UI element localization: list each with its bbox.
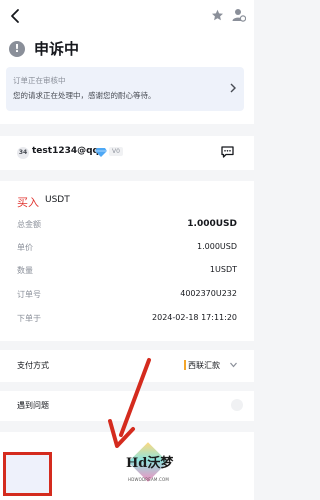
payment-label: 支付方式 bbox=[17, 361, 49, 370]
problem-label: 遇到问题 bbox=[17, 401, 49, 410]
problem-row[interactable]: 遇到问题 bbox=[0, 391, 254, 421]
watermark-url: HDWODREAM.COM bbox=[128, 477, 170, 482]
watermark-text: Hd沃梦 bbox=[126, 456, 174, 471]
problem-indicator bbox=[231, 399, 243, 411]
notice-message: 您的请求正在处理中，感谢您的耐心等待。 bbox=[13, 91, 156, 100]
warning-icon: ! bbox=[9, 41, 25, 57]
order-asset: USDT bbox=[45, 195, 70, 205]
annotation-highlight-box[interactable] bbox=[3, 452, 52, 496]
back-arrow-icon[interactable] bbox=[8, 7, 24, 25]
row-label: 单价 bbox=[17, 243, 33, 252]
row-label: 总金额 bbox=[17, 220, 41, 229]
row-value: 1.000USD bbox=[197, 242, 237, 251]
counterparty-card: 34 test1234@qq V0 bbox=[0, 136, 254, 170]
level-badge: V0 bbox=[109, 147, 123, 156]
review-notice[interactable]: 订单正在审核中 您的请求正在处理中，感谢您的耐心等待。 bbox=[6, 67, 244, 111]
page-title: 申诉中 bbox=[34, 40, 80, 58]
counterparty-name[interactable]: test1234@qq bbox=[32, 146, 99, 156]
user-settings-icon[interactable] bbox=[232, 8, 246, 22]
payment-method-row[interactable]: 支付方式 西联汇款 bbox=[0, 350, 254, 382]
row-quantity: 数量 1USDT bbox=[17, 265, 237, 279]
row-value[interactable]: 4002370U232 bbox=[180, 289, 237, 298]
avatar: 34 bbox=[17, 147, 29, 159]
row-value: 1USDT bbox=[209, 265, 237, 274]
row-price: 单价 1.000USD bbox=[17, 242, 237, 256]
top-bar bbox=[0, 0, 254, 34]
order-details-card: 买入 USDT 总金额 1.000USD 单价 1.000USD 数量 1USD… bbox=[0, 181, 254, 341]
status-header: ! 申诉中 bbox=[0, 34, 254, 64]
row-order-number: 订单号 4002370U232 bbox=[17, 289, 237, 303]
chevron-down-icon bbox=[230, 362, 237, 368]
notice-section: 订单正在审核中 您的请求正在处理中，感谢您的耐心等待。 bbox=[0, 64, 254, 124]
row-order-time: 下单于 2024-02-18 17:11:20 bbox=[17, 313, 237, 327]
chat-icon[interactable] bbox=[221, 146, 234, 158]
chevron-right-icon bbox=[230, 83, 236, 93]
row-value: 2024-02-18 17:11:20 bbox=[152, 313, 237, 322]
diamond-icon bbox=[95, 148, 107, 157]
row-total: 总金额 1.000USD bbox=[17, 219, 237, 233]
row-label: 数量 bbox=[17, 266, 33, 275]
watermark-logo: Hd沃梦 HDWODREAM.COM bbox=[118, 442, 188, 488]
order-side: 买入 bbox=[17, 196, 39, 209]
notice-title: 订单正在审核中 bbox=[13, 76, 66, 85]
row-value: 1.000USD bbox=[187, 219, 237, 229]
star-icon[interactable] bbox=[211, 9, 224, 22]
row-label: 下单于 bbox=[17, 314, 41, 323]
payment-accent-bar bbox=[184, 360, 186, 370]
row-label: 订单号 bbox=[17, 290, 41, 299]
payment-value: 西联汇款 bbox=[188, 361, 220, 370]
